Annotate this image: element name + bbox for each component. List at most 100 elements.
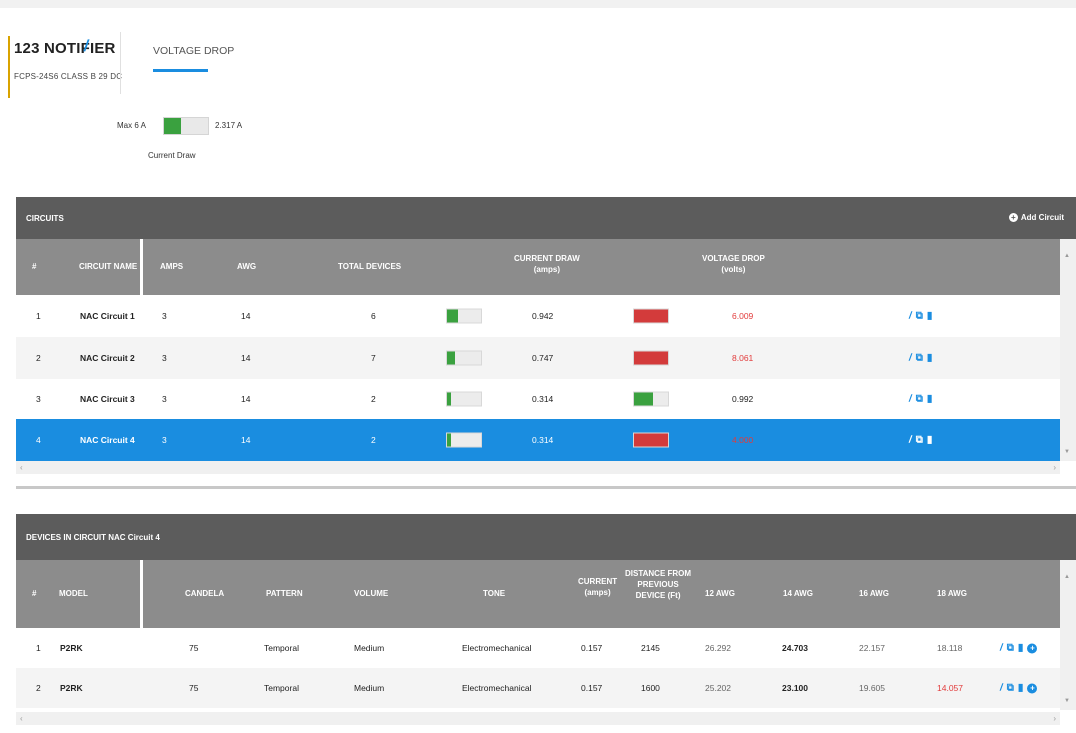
scroll-up-icon[interactable]: ▲ (1064, 253, 1070, 259)
scroll-right-icon[interactable]: › (1053, 714, 1056, 723)
circuit-voltage: 6.009 (732, 311, 754, 321)
device-row[interactable]: 2 P2RK 75 Temporal Medium Electromechani… (16, 668, 1060, 708)
pencil-icon[interactable]: / (908, 311, 913, 322)
circuit-amps: 3 (162, 311, 167, 321)
trash-icon[interactable]: ▮ (1018, 683, 1024, 694)
row-actions: / ⧉ ▮ (908, 311, 933, 322)
circuit-name: NAC Circuit 1 (80, 311, 135, 321)
device-current: 0.157 (581, 643, 603, 653)
dcol-18awg[interactable]: 18 AWG (937, 588, 967, 599)
col-voltage-drop-line1: VOLTAGE DROP (702, 254, 765, 263)
pencil-icon[interactable]: / (999, 683, 1004, 694)
current-draw-fill (447, 392, 451, 406)
trash-icon[interactable]: ▮ (927, 353, 933, 364)
devices-horizontal-scrollbar[interactable]: ‹ › (16, 712, 1060, 725)
dcol-candela[interactable]: CANDELA (185, 588, 224, 599)
copy-icon[interactable]: ⧉ (916, 353, 923, 364)
circuits-horizontal-scrollbar[interactable]: ‹ › (16, 461, 1060, 474)
circuits-table-header: # CIRCUIT NAME AMPS AWG TOTAL DEVICES CU… (16, 239, 1060, 295)
copy-icon[interactable]: ⧉ (916, 394, 923, 405)
circuit-num: 4 (36, 435, 41, 445)
copy-icon[interactable]: ⧉ (1007, 643, 1014, 654)
voltage-drop-fill (634, 433, 668, 447)
current-draw-value: 2.317 A (215, 121, 243, 130)
device-current: 0.157 (581, 683, 603, 693)
copy-icon[interactable]: ⧉ (1007, 683, 1014, 694)
circuit-devices: 7 (371, 353, 376, 363)
devices-table-header: # MODEL CANDELA PATTERN VOLUME TONE CURR… (16, 560, 1060, 628)
plus-circle-icon[interactable]: + (1027, 683, 1038, 693)
circuit-voltage: 4.000 (732, 435, 754, 445)
pencil-icon[interactable]: / (999, 643, 1004, 654)
dcol-num: # (32, 589, 37, 598)
col-voltage-drop[interactable]: VOLTAGE DROP (volts) (702, 253, 765, 275)
pencil-icon[interactable]: / (908, 394, 913, 405)
circuit-voltage: 0.992 (732, 394, 754, 404)
col-circuit-name[interactable]: CIRCUIT NAME (79, 261, 137, 272)
dcol-pattern[interactable]: PATTERN (266, 588, 303, 599)
add-circuit-button[interactable]: + Add Circuit (1008, 213, 1064, 222)
device-12awg: 25.202 (705, 683, 731, 693)
copy-icon[interactable]: ⧉ (916, 435, 923, 446)
circuit-devices: 6 (371, 311, 376, 321)
circuit-num: 3 (36, 394, 41, 404)
device-14awg: 23.100 (782, 683, 808, 693)
circuits-title: CIRCUITS (26, 214, 64, 223)
trash-icon[interactable]: ▮ (927, 435, 933, 446)
device-num: 2 (36, 683, 41, 693)
col-total-devices[interactable]: TOTAL DEVICES (338, 261, 401, 272)
current-draw-bar (446, 308, 482, 324)
dcol-tone[interactable]: TONE (483, 588, 505, 599)
device-12awg: 26.292 (705, 643, 731, 653)
col-amps[interactable]: AMPS (160, 261, 183, 272)
tab-voltage-drop[interactable]: VOLTAGE DROP (153, 45, 234, 57)
project-title: 123 NOTIFIER (14, 40, 116, 57)
device-row[interactable]: 1 P2RK 75 Temporal Medium Electromechani… (16, 628, 1060, 668)
circuit-name: NAC Circuit 3 (80, 394, 135, 404)
current-draw-bar (446, 391, 482, 407)
row-actions: / ⧉ ▮ + (999, 683, 1038, 694)
plus-circle-icon: + (1008, 213, 1018, 222)
device-distance: 2145 (641, 643, 660, 653)
circuit-row[interactable]: 1 NAC Circuit 1 3 14 6 0.942 6.009 / ⧉ ▮ (16, 295, 1060, 337)
dcol-distance-line2: PREVIOUS (637, 580, 679, 589)
dcol-12awg[interactable]: 12 AWG (705, 588, 735, 599)
dcol-distance-line1: DISTANCE FROM (625, 569, 692, 578)
scroll-left-icon[interactable]: ‹ (20, 463, 23, 472)
device-model: P2RK (60, 683, 83, 693)
circuits-panel-header: CIRCUITS + Add Circuit (16, 197, 1076, 239)
col-awg[interactable]: AWG (237, 261, 256, 272)
devices-vertical-scrollbar[interactable]: ▲ ▼ (1060, 560, 1076, 710)
scroll-left-icon[interactable]: ‹ (20, 714, 23, 723)
dcol-model[interactable]: MODEL (59, 588, 88, 599)
pencil-icon[interactable]: / (908, 435, 913, 446)
scroll-up-icon[interactable]: ▲ (1064, 574, 1070, 580)
circuit-awg: 14 (241, 311, 251, 321)
circuit-row[interactable]: 3 NAC Circuit 3 3 14 2 0.314 0.992 / ⧉ ▮ (16, 378, 1060, 420)
trash-icon[interactable]: ▮ (1018, 643, 1024, 654)
scroll-down-icon[interactable]: ▼ (1064, 698, 1070, 704)
devices-panel-header: DEVICES IN CIRCUIT NAC Circuit 4 (16, 514, 1076, 560)
circuit-awg: 14 (241, 394, 251, 404)
dcol-14awg[interactable]: 14 AWG (783, 588, 813, 599)
col-current-draw[interactable]: CURRENT DRAW (amps) (514, 253, 580, 275)
dcol-distance[interactable]: DISTANCE FROM PREVIOUS DEVICE (Ft) (625, 568, 691, 601)
device-distance: 1600 (641, 683, 660, 693)
scroll-right-icon[interactable]: › (1053, 463, 1056, 472)
circuits-vertical-scrollbar[interactable]: ▲ ▼ (1060, 239, 1076, 461)
plus-circle-icon[interactable]: + (1027, 643, 1038, 653)
dcol-16awg[interactable]: 16 AWG (859, 588, 889, 599)
copy-icon[interactable]: ⧉ (916, 311, 923, 322)
circuit-row[interactable]: 4 NAC Circuit 4 3 14 2 0.314 4.000 / ⧉ ▮ (16, 419, 1060, 461)
scroll-down-icon[interactable]: ▼ (1064, 449, 1070, 455)
voltage-drop-fill (634, 309, 668, 323)
circuit-row[interactable]: 2 NAC Circuit 2 3 14 7 0.747 8.061 / ⧉ ▮ (16, 337, 1060, 379)
dcol-distance-line3: DEVICE (Ft) (635, 591, 681, 600)
circuit-current: 0.942 (532, 311, 554, 321)
trash-icon[interactable]: ▮ (927, 394, 933, 405)
dcol-current[interactable]: CURRENT (amps) (578, 576, 617, 598)
dcol-volume[interactable]: VOLUME (354, 588, 388, 599)
trash-icon[interactable]: ▮ (927, 311, 933, 322)
pencil-icon[interactable]: / (908, 353, 913, 364)
device-14awg: 24.703 (782, 643, 808, 653)
